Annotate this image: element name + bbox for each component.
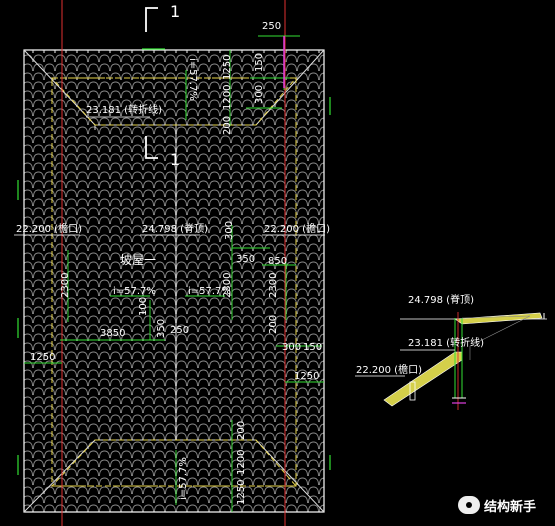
dim-250-top: 250 <box>262 21 281 32</box>
dim-850: 850 <box>268 256 287 267</box>
slope-top: i=57.7% <box>187 58 198 101</box>
elev-left-eave: 22.200 (檐口) <box>16 222 82 235</box>
slope-mid-left: i=57.7% <box>113 286 156 297</box>
elev-ridge: 24.798 (脊顶) <box>142 222 208 235</box>
section-mark-bottom: 1 <box>170 150 180 169</box>
elev-top-fold: 23.181 (转折线) <box>86 103 162 116</box>
dim-1250-top: 1250 <box>222 55 233 80</box>
roof-plan-drawing: 1 1 250 150 1250 300 1200 200 i=57.7% 23… <box>14 0 547 526</box>
dim-200-top: 200 <box>222 116 233 135</box>
dim-200-bot: 200 <box>236 421 247 440</box>
section-fold: 23.181 (转折线) <box>408 336 484 349</box>
wechat-icon <box>458 496 480 514</box>
dim-1250-bot: 1250 <box>236 480 247 505</box>
dim-3850: 3850 <box>100 328 125 339</box>
dim-2300-left: 2300 <box>60 273 71 298</box>
roof-label: 坡屋一 <box>120 253 156 267</box>
slope-mid-right: i=57.7% <box>188 286 231 297</box>
dim-100: 100 <box>138 297 149 316</box>
dim-1200-bot: 1200 <box>236 450 247 475</box>
dim-350-b: 350 <box>156 319 167 338</box>
elev-right-eave: 22.200 (檐口) <box>264 222 330 235</box>
dim-1250-right: 1250 <box>294 371 319 382</box>
dim-300-mid: 300 <box>224 221 235 240</box>
watermark-text: 结构新手 <box>484 499 537 515</box>
dim-1250-left: 1250 <box>30 352 55 363</box>
dim-350: 350 <box>236 254 255 265</box>
dim-300-top: 300 <box>254 85 265 104</box>
dim-1200-top: 1200 <box>222 85 233 110</box>
cad-drawing-canvas: 1 1 250 150 1250 300 1200 200 i=57.7% 23… <box>0 0 555 526</box>
dim-2300-right: 2300 <box>268 273 279 298</box>
section-detail <box>355 312 547 410</box>
watermark: 结构新手 <box>458 492 550 518</box>
section-ridge: 24.798 (脊顶) <box>408 293 474 306</box>
section-cut-top <box>145 7 158 32</box>
dim-300-r: 300 <box>282 342 301 353</box>
slope-bottom: i=57.7% <box>178 457 189 500</box>
dim-200-mid: 200 <box>268 315 279 334</box>
dim-250-mid: 250 <box>170 325 189 336</box>
dim-150-r: 150 <box>303 342 322 353</box>
dim-150-top: 150 <box>254 53 265 72</box>
section-eave: 22.200 (檐口) <box>356 363 422 376</box>
section-mark-top: 1 <box>170 2 180 21</box>
